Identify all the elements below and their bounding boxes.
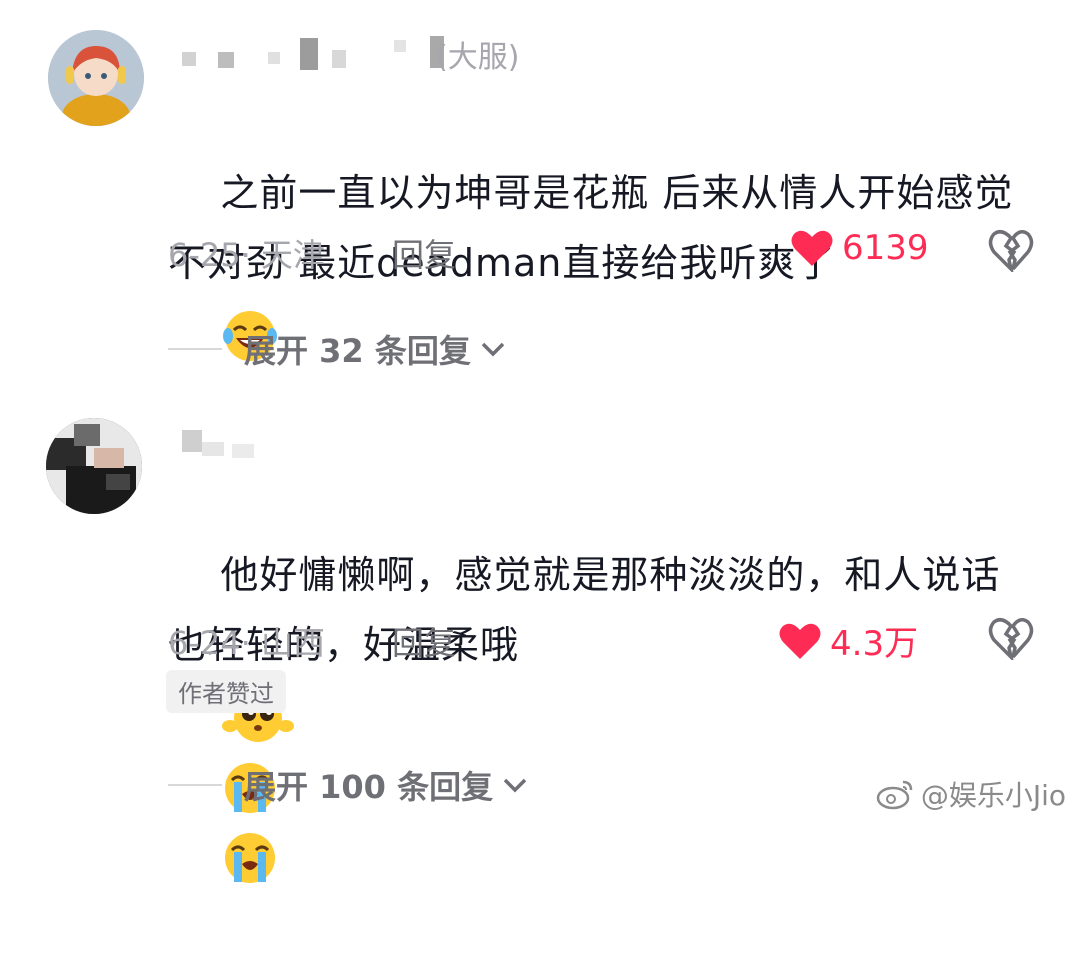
expand-replies-button[interactable]: 展开 100 条回复 — [168, 762, 529, 808]
avatar-blurred-image — [46, 418, 142, 514]
like-count: 4.3万 — [830, 624, 919, 664]
author-liked-badge: 作者赞过 — [166, 670, 286, 713]
expand-replies-label: 展开 100 条回复 — [244, 768, 494, 806]
chevron-down-icon — [503, 778, 527, 793]
divider-line — [168, 784, 222, 786]
watermark-text: @娱乐小Jio — [920, 779, 1066, 812]
comment-2: 他好慵懒啊，感觉就是那种淡淡的，和人说话也轻轻的，好温柔哦 6-24· 山西 回… — [0, 0, 1080, 883]
like-button[interactable]: 4.3万 — [778, 616, 918, 665]
broken-heart-icon[interactable] — [988, 616, 1034, 660]
comment-meta: 6-24· 山西 — [168, 624, 325, 662]
watermark: @娱乐小Jio — [875, 774, 1066, 814]
comment-text: 他好慵懒啊，感觉就是那种淡淡的，和人说话也轻轻的，好温柔哦 — [168, 470, 1038, 960]
loudly-crying-face-icon — [225, 832, 276, 883]
avatar[interactable] — [46, 418, 142, 514]
reply-button[interactable]: 回复 — [392, 618, 456, 664]
weibo-logo-icon — [876, 780, 913, 810]
heart-icon — [779, 623, 821, 659]
